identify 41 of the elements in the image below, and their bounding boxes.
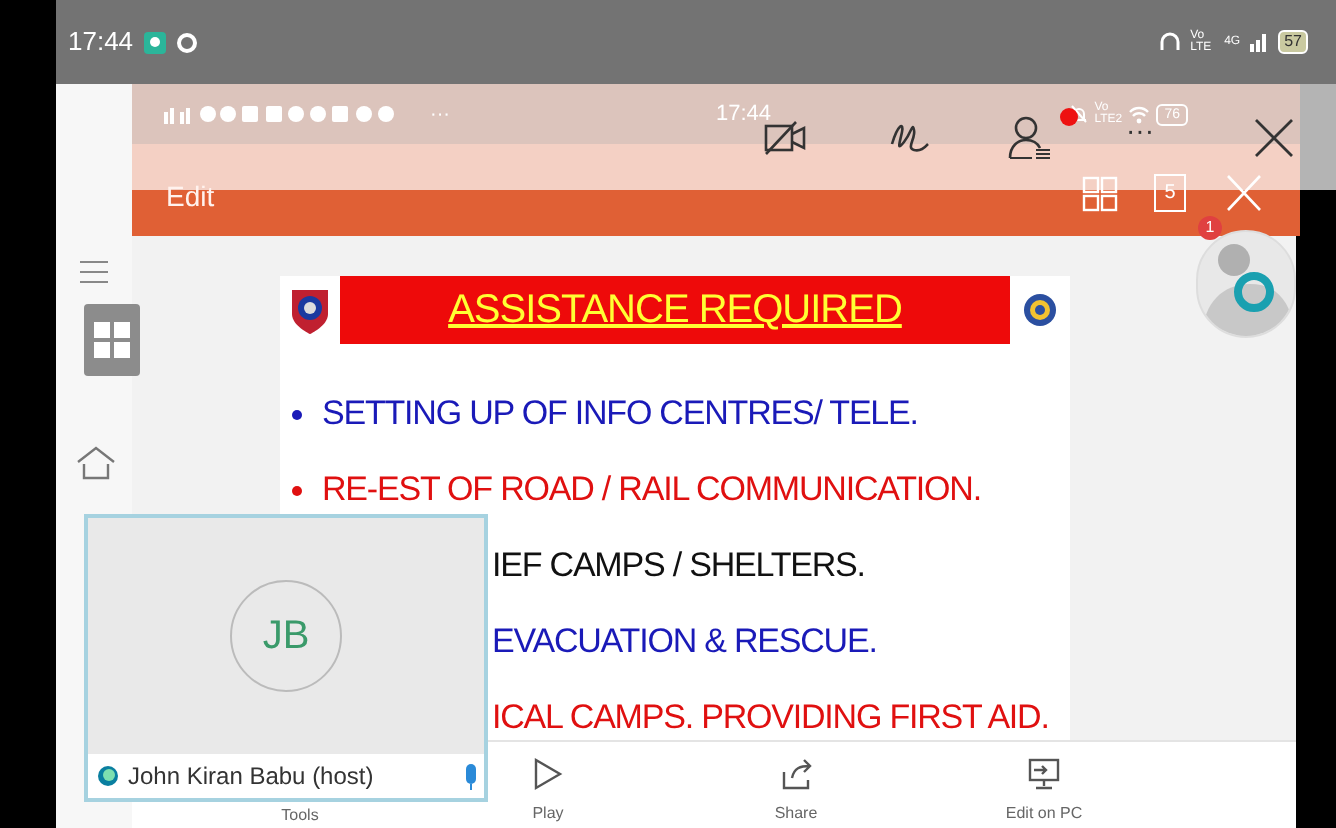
video-tile[interactable]: JB John Kiran Babu (host) <box>84 514 488 802</box>
bullet-text: IEF CAMPS / SHELTERS. <box>492 544 865 589</box>
menu-icon[interactable] <box>80 260 108 284</box>
logo-icon <box>1022 292 1058 328</box>
toolbar-button[interactable]: Share <box>752 756 840 824</box>
play-icon <box>532 756 564 792</box>
ring-icon <box>175 31 198 53</box>
bullet-text: SETTING UP OF INFO CENTRES/ TELE. <box>322 392 918 437</box>
home-icon[interactable] <box>76 444 116 480</box>
edge-panel <box>1300 84 1336 190</box>
share-icon <box>778 756 814 792</box>
computer-icon <box>1026 756 1062 792</box>
bullet-icon <box>292 409 302 419</box>
participant-name: John Kiran Babu (host) <box>128 760 376 794</box>
grid-icon <box>92 320 132 360</box>
app-title: Edit <box>166 178 215 216</box>
signal-icon <box>1250 32 1269 52</box>
more-notifications: ··· <box>430 101 450 129</box>
app-notification-icon <box>143 31 166 53</box>
headphones-icon <box>1160 32 1181 52</box>
bullet-text: EVACUATION & RESCUE. <box>492 620 877 665</box>
battery-indicator: 57 <box>1278 30 1308 54</box>
muted-bell-icon <box>1070 104 1089 124</box>
clock: 17:44 <box>68 24 134 61</box>
more-button[interactable]: ··· <box>1126 116 1154 144</box>
toolbar-button[interactable]: Tools <box>256 806 344 826</box>
toolbar-button[interactable]: Play <box>504 756 592 824</box>
bullet-text: ICAL CAMPS. PROVIDING FIRST AID. <box>492 696 1049 740</box>
clock: 17:44 <box>716 99 772 130</box>
wifi-icon <box>1128 105 1151 123</box>
app-logo-icon <box>96 764 120 788</box>
bullet-icon <box>292 485 302 495</box>
emblem-icon <box>288 284 332 336</box>
thumbnails-button[interactable] <box>84 304 140 376</box>
slide-title: ASSISTANCE REQUIRED <box>448 286 902 336</box>
bullet-text: RE-EST OF ROAD / RAIL COMMUNICATION. <box>322 468 981 513</box>
grid-view-icon[interactable] <box>1082 176 1118 212</box>
video-off-button[interactable] <box>762 116 810 160</box>
initials-avatar: JB <box>230 580 342 692</box>
close-icon[interactable] <box>1252 116 1296 160</box>
toolbar-button[interactable]: Edit on PC <box>1000 756 1088 824</box>
